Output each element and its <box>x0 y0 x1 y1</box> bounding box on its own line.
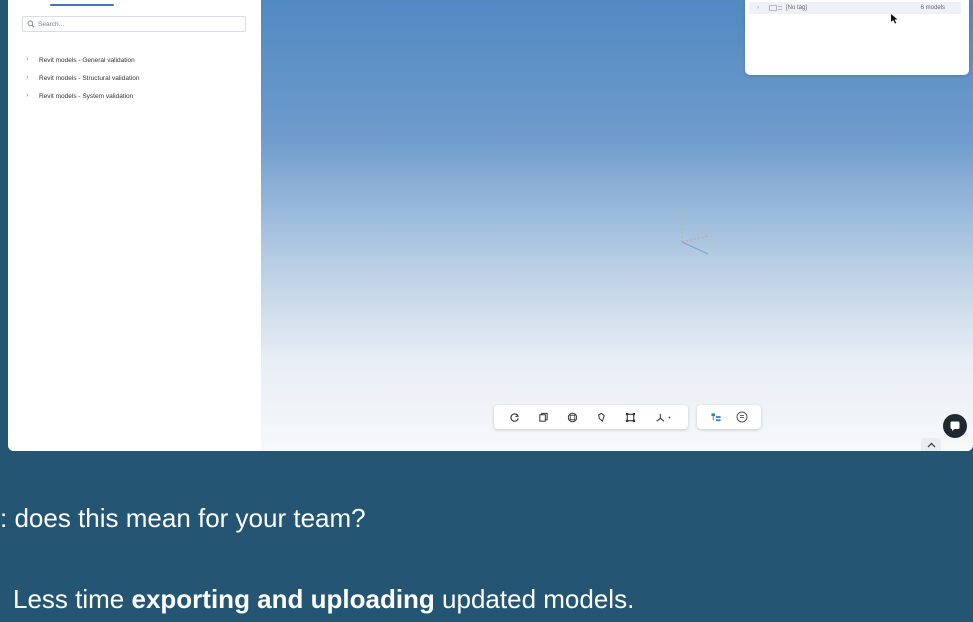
chevron-right-icon[interactable]: › <box>26 56 32 63</box>
model-count: 6 models <box>920 5 945 11</box>
chevron-up-icon <box>927 442 935 447</box>
search-input[interactable] <box>38 20 238 28</box>
caption-statement: Less time exporting and uploading update… <box>13 584 634 615</box>
model-tree-icon <box>711 412 721 421</box>
tree-item-label: Revit models - Structural validation <box>39 74 140 82</box>
tag-icon <box>769 5 782 11</box>
search-icon <box>27 20 35 28</box>
mouse-cursor-icon <box>891 14 898 24</box>
chat-button[interactable] <box>943 414 967 438</box>
search-field[interactable] <box>22 16 246 32</box>
caption-prefix: Less time <box>13 584 132 614</box>
rotate-button[interactable] <box>508 410 522 424</box>
axes-dropdown-icon <box>655 413 670 422</box>
fit-frame-icon <box>625 412 636 422</box>
properties-icon <box>736 411 748 423</box>
tree-item-structural-validation[interactable]: › Revit models - Structural validation <box>26 69 139 87</box>
orbit-button[interactable] <box>595 410 609 424</box>
tree-item-label: Revit models - System validation <box>39 92 134 100</box>
viewer-toolbar <box>494 405 688 429</box>
section-icon <box>567 412 578 422</box>
window-edge <box>0 0 8 451</box>
chevron-right-icon[interactable]: › <box>26 74 32 81</box>
tag-filter-popup: › [No tag] 6 models <box>745 0 969 75</box>
active-tab-indicator <box>50 4 114 6</box>
app-window: › Revit models - General validation › Re… <box>8 0 973 451</box>
axis-gizmo-icon <box>681 206 709 255</box>
collapse-panel-button[interactable] <box>921 438 941 451</box>
section-button[interactable] <box>566 410 580 424</box>
cube-view-icon <box>539 412 548 422</box>
caption-suffix: updated models. <box>434 584 635 614</box>
tag-row[interactable]: › [No tag] 6 models <box>749 2 961 14</box>
fit-frame-button[interactable] <box>624 410 638 424</box>
viewer-toolbar-secondary <box>697 405 761 429</box>
chevron-right-icon[interactable]: › <box>26 92 32 99</box>
chat-icon <box>950 421 960 431</box>
tree-item-general-validation[interactable]: › Revit models - General validation <box>26 51 139 69</box>
tree-item-system-validation[interactable]: › Revit models - System validation <box>26 87 139 105</box>
axes-dropdown-button[interactable] <box>653 410 675 424</box>
model-tree-button[interactable] <box>709 410 723 424</box>
tree-item-label: Revit models - General validation <box>39 56 135 64</box>
caption-emphasis: exporting and uploading <box>131 584 435 614</box>
tag-name: [No tag] <box>786 5 808 11</box>
cube-view-button[interactable] <box>537 410 551 424</box>
model-tree: › Revit models - General validation › Re… <box>26 51 139 105</box>
orbit-icon <box>598 412 605 422</box>
chevron-right-icon[interactable]: › <box>757 5 763 11</box>
properties-button[interactable] <box>735 410 749 424</box>
model-browser-panel: › Revit models - General validation › Re… <box>8 0 262 451</box>
rotate-icon <box>510 412 520 422</box>
caption-question: : does this mean for your team? <box>0 503 366 533</box>
